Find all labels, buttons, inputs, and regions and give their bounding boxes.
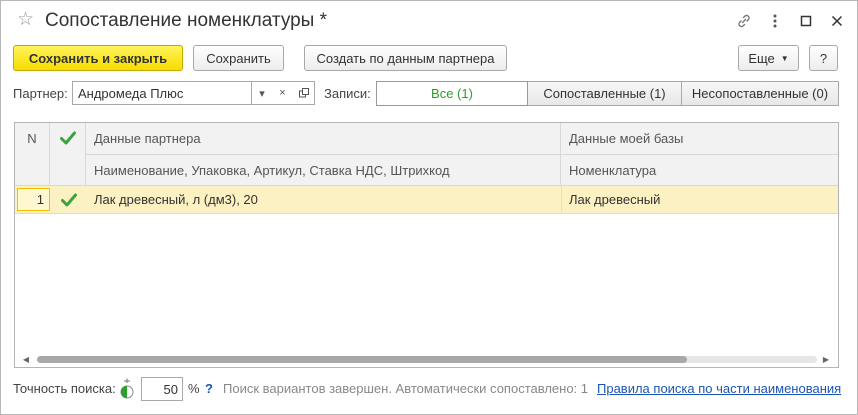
col-header-status[interactable] [50,123,86,186]
close-icon[interactable] [827,11,847,31]
accuracy-label: Точность поиска: [13,381,116,396]
link-icon[interactable] [734,11,754,31]
dropdown-icon[interactable]: ▾ [251,81,273,105]
partner-field[interactable] [72,81,252,105]
col-header-base-data[interactable]: Данные моей базы [561,123,838,155]
check-icon [59,186,79,213]
mapping-table[interactable]: N Данные партнера Наименование, Упаковка… [14,122,839,368]
save-and-close-button[interactable]: Сохранить и закрыть [13,45,183,71]
col-header-partner-fields[interactable]: Наименование, Упаковка, Артикул, Ставка … [86,155,561,186]
more-button[interactable]: Еще ▼ [738,45,799,71]
segment-unmatched[interactable]: Несопоставленные (0) [681,81,839,106]
col-header-nomenclature[interactable]: Номенклатура [561,155,838,186]
save-button[interactable]: Сохранить [193,45,284,71]
maximize-icon[interactable] [796,11,816,31]
horizontal-scrollbar[interactable]: ◀ ▶ [15,352,838,367]
slider-handle-icon[interactable] [119,378,135,400]
title-bar: ☆ Сопоставление номенклатуры * [1,1,857,41]
help-question-icon[interactable]: ? [205,381,213,396]
column-divider [561,186,562,213]
percent-sign: % [188,381,200,396]
accuracy-field[interactable] [141,377,183,401]
caret-down-icon: ▼ [780,53,789,63]
more-vertical-icon[interactable] [765,11,785,31]
open-icon[interactable] [293,81,315,105]
scroll-right-icon[interactable]: ▶ [821,354,831,365]
scroll-thumb[interactable] [37,356,687,363]
accuracy-input[interactable] [142,378,182,400]
table-row[interactable]: 1 Лак древесный, л (дм3), 20 Лак древесн… [15,186,838,214]
row-nomenclature[interactable]: Лак древесный [569,186,829,213]
partner-label: Партнер: [13,86,68,101]
row-partner-data[interactable]: Лак древесный, л (дм3), 20 [94,186,554,213]
star-icon[interactable]: ☆ [17,10,34,30]
more-button-label: Еще [748,50,775,66]
status-text: Поиск вариантов завершен. Автоматически … [223,381,589,396]
create-from-partner-button[interactable]: Создать по данным партнера [304,45,507,71]
search-rules-link[interactable]: Правила поиска по части наименования [597,381,841,396]
segment-all[interactable]: Все (1) [376,81,528,106]
col-header-partner-data[interactable]: Данные партнера [86,123,561,155]
mapping-window: ☆ Сопоставление номенклатуры * Сохранить… [0,0,858,415]
clear-icon[interactable]: × [272,81,294,105]
check-icon [59,131,76,145]
records-label: Записи: [324,86,371,101]
col-header-n[interactable]: N [15,123,50,186]
help-button[interactable]: ? [809,45,838,71]
row-number: 1 [17,188,50,211]
window-title: Сопоставление номенклатуры * [45,10,328,31]
scroll-left-icon[interactable]: ◀ [21,354,31,365]
segment-matched[interactable]: Сопоставленные (1) [528,81,682,106]
partner-input[interactable] [73,82,251,104]
